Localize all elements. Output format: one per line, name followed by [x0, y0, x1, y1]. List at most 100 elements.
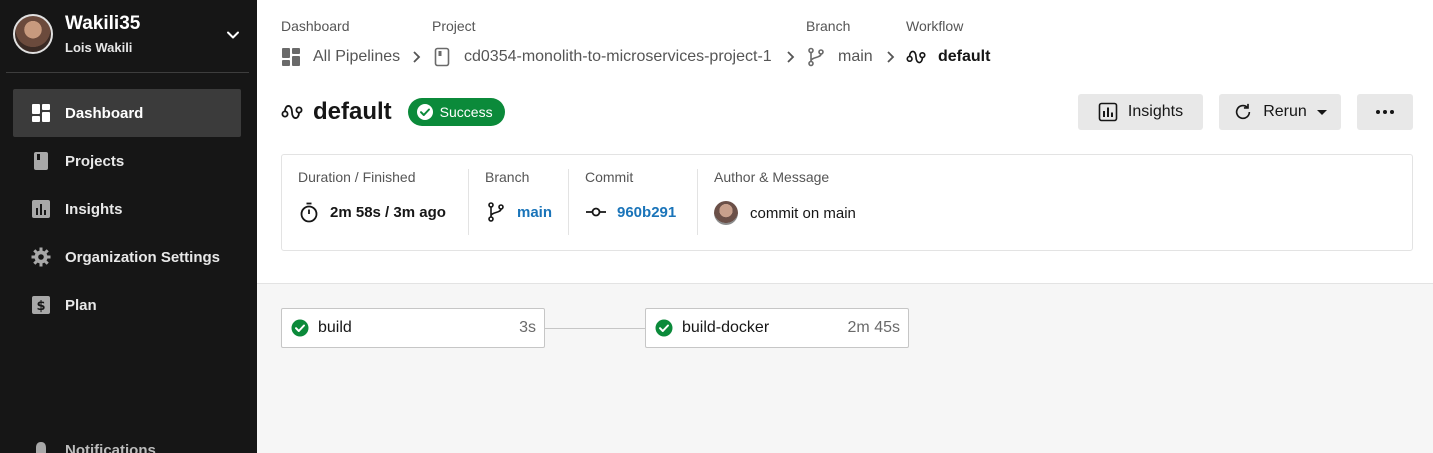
sidebar-item-label: Notifications — [65, 441, 156, 453]
rerun-button[interactable]: Rerun — [1219, 94, 1341, 130]
avatar — [13, 14, 53, 54]
sidebar: Wakili35 Lois Wakili Dashboard Projects … — [0, 0, 257, 453]
duration-title: Duration / Finished — [298, 169, 416, 185]
author-avatar — [714, 201, 738, 225]
bell-icon — [36, 442, 46, 453]
git-commit-icon — [585, 201, 607, 223]
page-title: default — [313, 98, 392, 125]
chevron-right-icon — [413, 51, 421, 63]
insights-icon — [1098, 102, 1118, 122]
job-duration: 2m 45s — [847, 319, 900, 336]
breadcrumb-project: Project cd0354-monolith-to-microservices… — [432, 18, 772, 67]
breadcrumb-value: default — [938, 48, 991, 65]
workflow-graph: build 3s build-docker 2m 45s — [257, 283, 1433, 453]
more-actions-button[interactable] — [1357, 94, 1413, 130]
sidebar-item-label: Insights — [65, 200, 123, 218]
breadcrumb-title: Workflow — [906, 18, 964, 34]
insights-icon — [31, 199, 51, 219]
ellipsis-icon — [1376, 110, 1394, 114]
git-branch-icon — [806, 47, 826, 67]
org-name: Wakili35 — [65, 13, 141, 34]
breadcrumb-value: All Pipelines — [313, 48, 401, 65]
sidebar-item-insights[interactable]: Insights — [13, 185, 241, 233]
breadcrumb-current-workflow: default — [906, 47, 990, 67]
book-icon — [31, 151, 51, 171]
dollar-icon: $ — [31, 295, 51, 315]
gear-icon — [31, 247, 51, 267]
commit-link[interactable]: 960b291 — [617, 204, 676, 221]
breadcrumb-link-all-pipelines[interactable]: All Pipelines — [281, 47, 400, 67]
breadcrumb-workflow: Workflow default — [906, 18, 990, 67]
author-value-row: commit on main — [714, 201, 856, 225]
details-divider — [568, 169, 569, 235]
job-build-docker[interactable]: build-docker 2m 45s — [645, 308, 909, 348]
job-build[interactable]: build 3s — [281, 308, 545, 348]
job-name: build-docker — [682, 319, 770, 336]
refresh-icon — [1233, 102, 1253, 122]
check-circle-icon — [655, 319, 673, 337]
breadcrumb-title: Dashboard — [281, 18, 350, 34]
branch-title: Branch — [485, 169, 530, 185]
status-badge: Success — [407, 98, 505, 126]
branch-value-row: main — [485, 201, 552, 223]
commit-title: Commit — [585, 169, 634, 185]
commit-cell: Commit 960b291 — [585, 169, 676, 235]
dashboard-icon — [281, 47, 301, 67]
sidebar-item-label: Organization Settings — [65, 248, 221, 266]
author-title: Author & Message — [714, 169, 830, 185]
job-connector — [545, 328, 646, 329]
details-divider — [468, 169, 469, 235]
insights-button-label: Insights — [1127, 103, 1184, 120]
book-icon — [432, 47, 452, 67]
caret-down-icon — [1316, 110, 1327, 115]
duration-cell: Duration / Finished 2m 58s / 3m ago — [298, 169, 446, 235]
check-circle-icon — [416, 104, 433, 120]
breadcrumb-value: main — [838, 48, 873, 65]
breadcrumb-title: Branch — [806, 18, 851, 34]
breadcrumb-title: Project — [432, 18, 476, 34]
status-label: Success — [439, 104, 493, 120]
insights-button[interactable]: Insights — [1078, 94, 1203, 130]
breadcrumb-value: cd0354-monolith-to-microservices-project… — [464, 48, 772, 65]
org-user-name: Lois Wakili — [65, 40, 133, 55]
breadcrumb-link-project[interactable]: cd0354-monolith-to-microservices-project… — [432, 47, 772, 67]
workflow-icon — [906, 47, 926, 67]
branch-link[interactable]: main — [517, 204, 552, 221]
main-content: Dashboard All Pipelines Project cd0354-m… — [257, 0, 1433, 453]
git-branch-icon — [485, 201, 507, 223]
duration-value: 2m 58s / 3m ago — [330, 203, 446, 221]
sidebar-nav: Dashboard Projects Insights Organization… — [13, 89, 241, 329]
workflow-details-panel: Duration / Finished 2m 58s / 3m ago Bran… — [281, 154, 1413, 251]
workflow-header: default Success — [281, 94, 505, 130]
breadcrumb-link-branch[interactable]: main — [806, 47, 873, 67]
sidebar-item-plan[interactable]: $ Plan — [13, 281, 241, 329]
job-duration: 3s — [519, 319, 536, 336]
sidebar-divider — [6, 72, 249, 73]
stopwatch-icon — [298, 201, 320, 223]
branch-cell: Branch main — [485, 169, 552, 235]
dashboard-icon — [31, 103, 51, 123]
details-divider — [697, 169, 698, 235]
job-name: build — [318, 319, 352, 336]
duration-value-row: 2m 58s / 3m ago — [298, 201, 446, 223]
breadcrumb-dashboard: Dashboard All Pipelines — [281, 18, 400, 67]
chevron-down-icon[interactable] — [224, 26, 242, 44]
rerun-button-label: Rerun — [1263, 103, 1307, 120]
sidebar-item-dashboard[interactable]: Dashboard — [13, 89, 241, 137]
breadcrumb: Dashboard All Pipelines Project cd0354-m… — [281, 18, 1381, 74]
chevron-right-icon — [887, 51, 895, 63]
sidebar-item-label: Projects — [65, 152, 125, 170]
sidebar-item-projects[interactable]: Projects — [13, 137, 241, 185]
sidebar-item-organization-settings[interactable]: Organization Settings — [13, 233, 241, 281]
sidebar-item-label: Plan — [65, 296, 97, 314]
workflow-icon — [281, 105, 303, 119]
breadcrumb-branch: Branch main — [806, 18, 873, 67]
sidebar-item-label: Dashboard — [65, 104, 144, 122]
commit-message: commit on main — [750, 204, 856, 222]
author-cell: Author & Message commit on main — [714, 169, 856, 235]
org-switcher[interactable]: Wakili35 Lois Wakili — [0, 0, 257, 72]
svg-text:$: $ — [36, 299, 45, 314]
sidebar-item-notifications[interactable]: Notifications — [31, 440, 156, 453]
check-circle-icon — [291, 319, 309, 337]
chevron-right-icon — [787, 51, 795, 63]
